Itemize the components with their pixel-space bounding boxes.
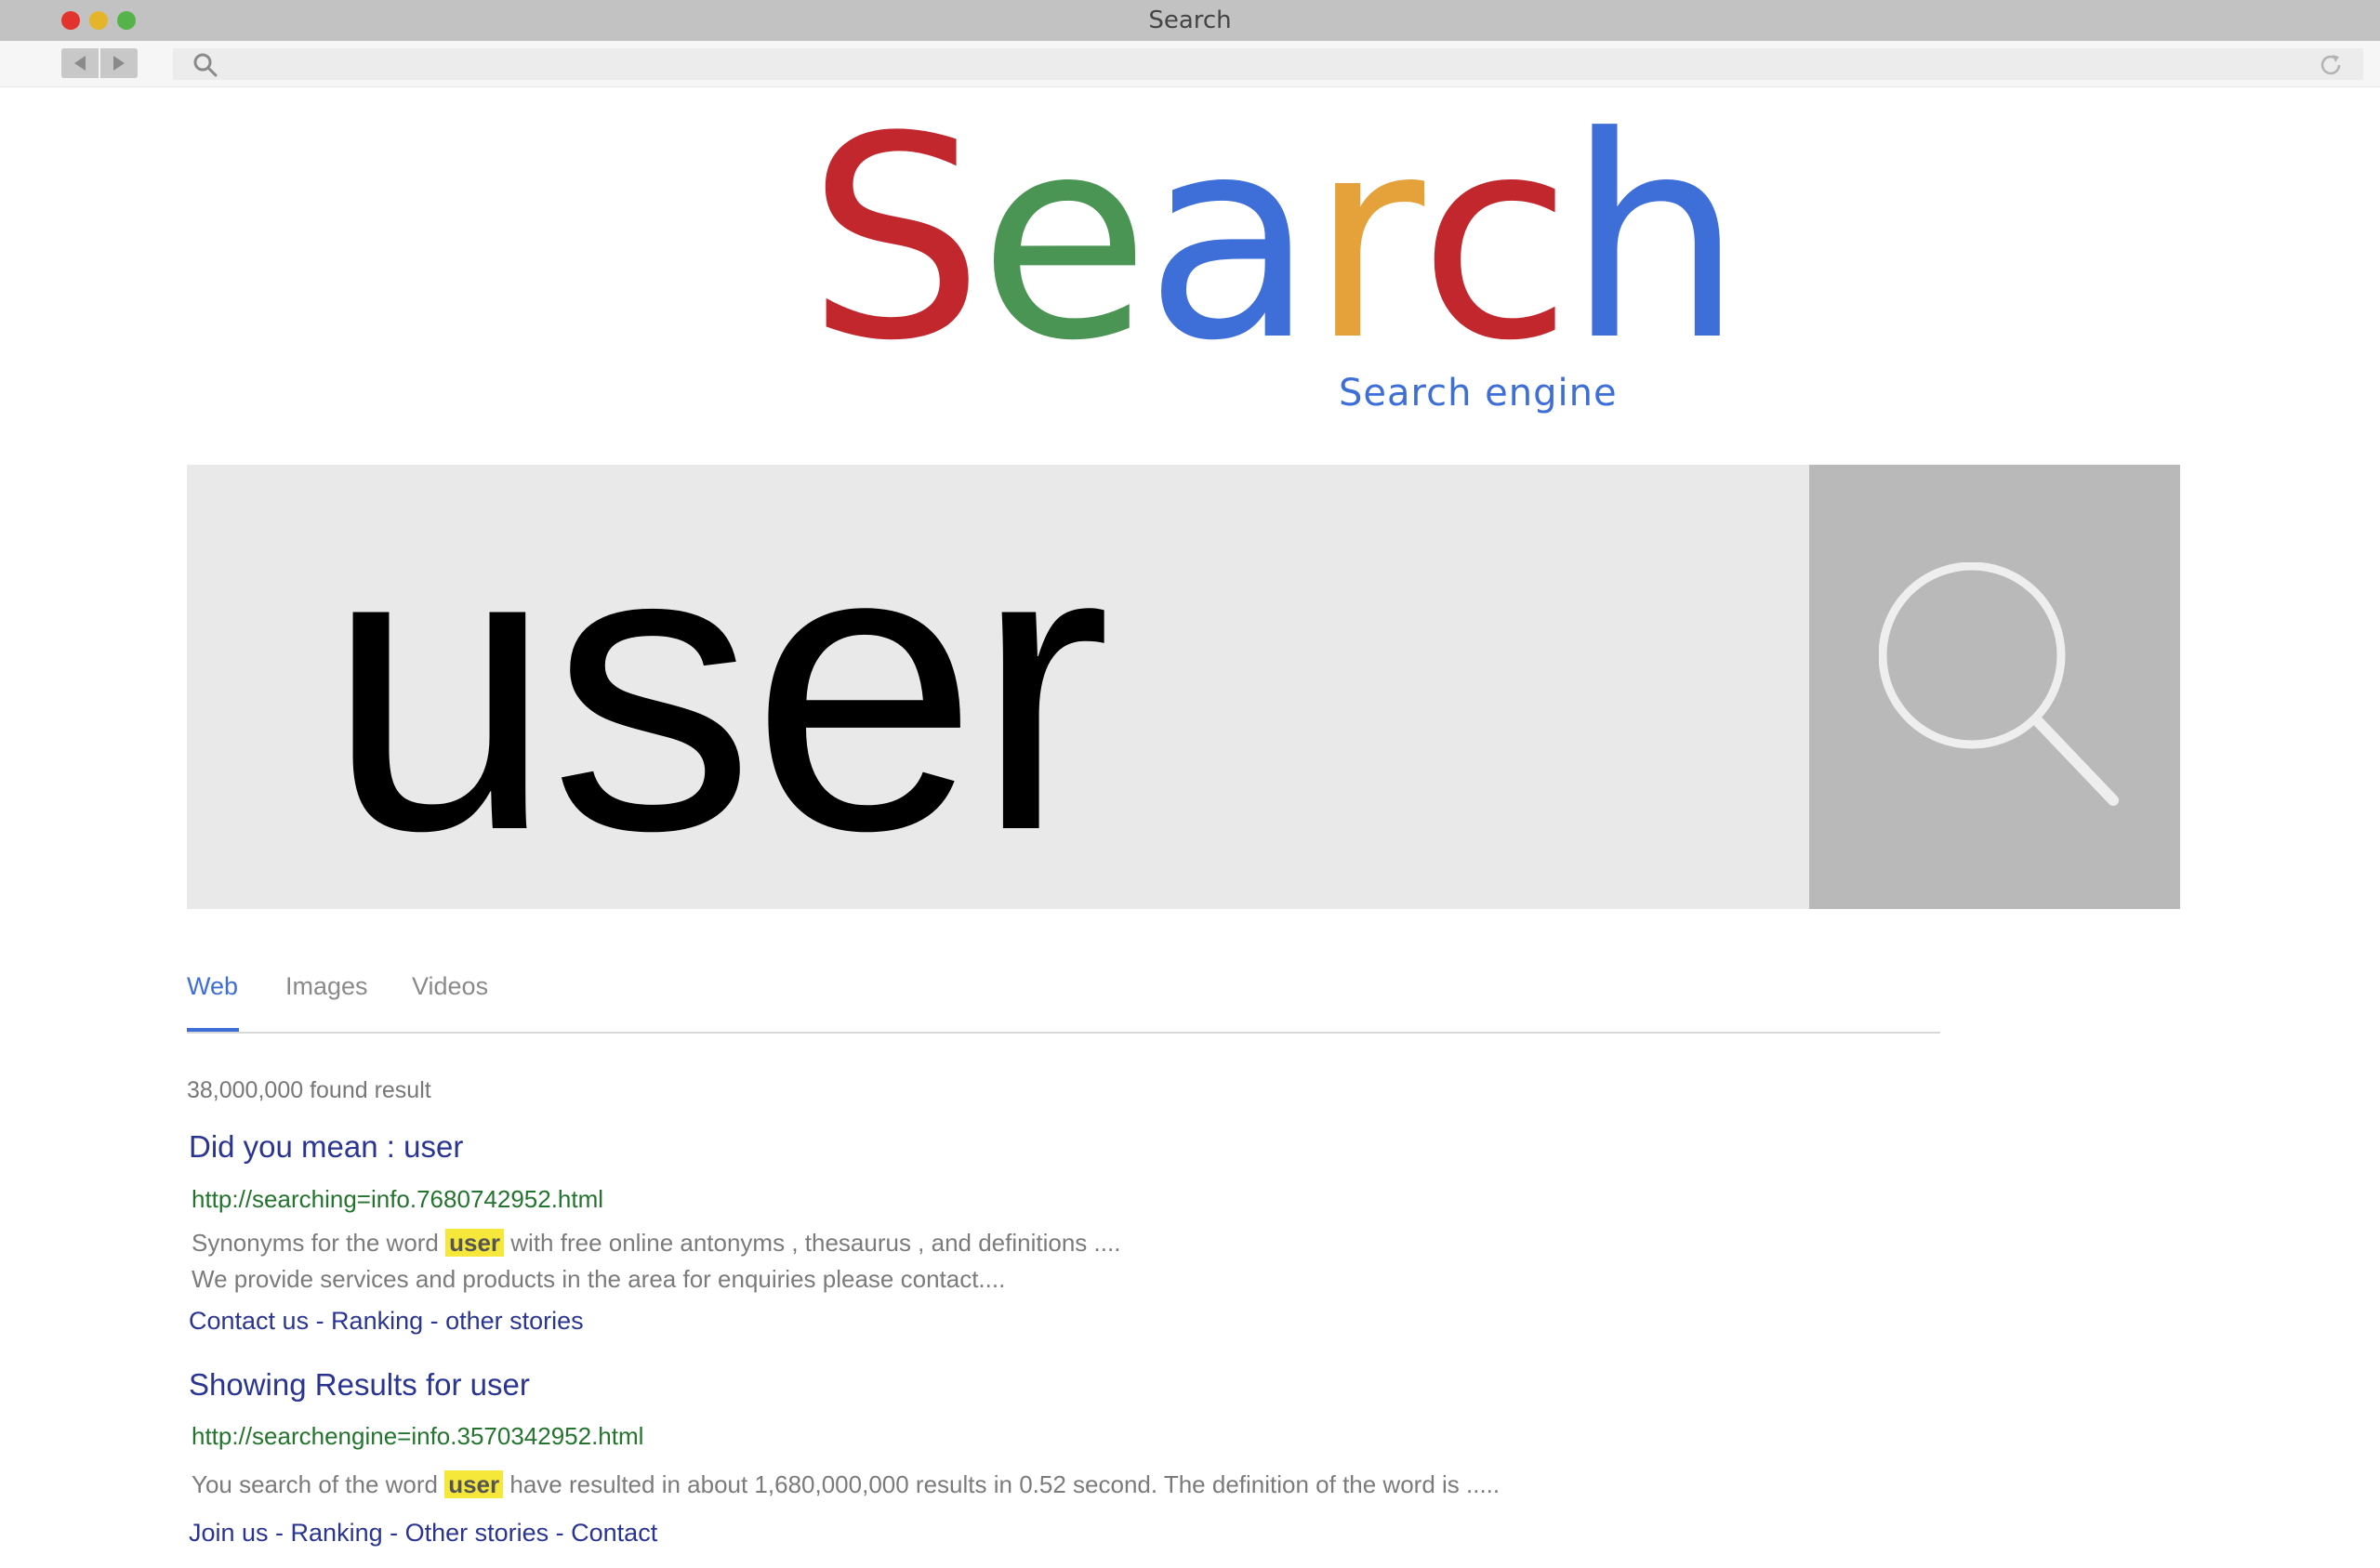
magnifier-icon (193, 53, 218, 77)
snippet-text: with free online antonyms , thesaurus , … (504, 1229, 1121, 1257)
result-sitelinks[interactable]: Contact us - Ranking - other stories (189, 1307, 584, 1336)
window-title: Search (1148, 7, 1232, 34)
result-snippet-line-2: We provide services and products in the … (192, 1265, 1006, 1293)
result-sitelinks[interactable]: Join us - Ranking - Other stories - Cont… (189, 1519, 657, 1548)
result-snippet: Synonyms for the word user with free onl… (192, 1229, 1120, 1258)
triangle-right-icon (113, 56, 125, 71)
search-logo: Search (807, 77, 1743, 402)
query-highlight: user (444, 1470, 504, 1498)
logo-letter: r (1309, 77, 1424, 402)
result-count: 38,000,000 found result (187, 1077, 431, 1103)
back-button[interactable] (61, 48, 99, 78)
logo-letter: c (1419, 77, 1572, 402)
triangle-left-icon (74, 56, 86, 71)
tab-videos[interactable]: Videos (412, 972, 488, 1001)
logo-letter: S (807, 77, 984, 402)
result-snippet: You search of the word user have resulte… (192, 1470, 1500, 1499)
search-button[interactable] (1809, 465, 2180, 909)
logo-letter: a (1144, 77, 1316, 402)
result-tabs: Web Images Videos (187, 957, 1940, 1034)
search-query-text: user (326, 459, 1111, 916)
result-url[interactable]: http://searching=info.7680742952.html (192, 1185, 603, 1214)
logo-letter: e (978, 77, 1150, 402)
tab-images[interactable]: Images (285, 972, 368, 1001)
snippet-text: You search of the word (192, 1470, 445, 1498)
query-highlight: user (445, 1229, 505, 1257)
magnifier-icon (1879, 562, 2119, 806)
result-title-link[interactable]: Showing Results for user (189, 1367, 530, 1403)
active-tab-indicator (187, 1028, 239, 1032)
logo-subtitle: Search engine (1339, 372, 1618, 415)
address-bar[interactable] (173, 48, 2363, 80)
reload-icon[interactable] (2317, 51, 2345, 79)
snippet-text: Synonyms for the word (192, 1229, 446, 1257)
forward-button[interactable] (100, 48, 138, 78)
search-input[interactable]: user (187, 465, 1809, 909)
result-url[interactable]: http://searchengine=info.3570342952.html (192, 1422, 643, 1451)
tab-web[interactable]: Web (187, 972, 238, 1001)
result-title-link[interactable]: Did you mean : user (189, 1129, 463, 1165)
logo-letter: h (1567, 77, 1743, 402)
title-bar: Search (0, 0, 2380, 41)
snippet-text: have resulted in about 1,680,000,000 res… (503, 1470, 1501, 1498)
